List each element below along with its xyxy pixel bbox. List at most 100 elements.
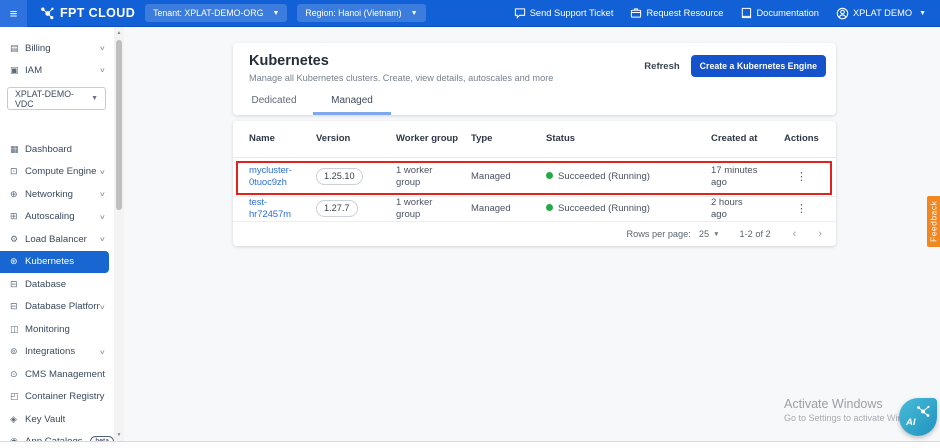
container-registry-icon: ◰ [10, 391, 25, 402]
sidebar-item-label: Monitoring [25, 324, 114, 335]
version-badge: 1.25.10 [316, 168, 363, 186]
sidebar-item-compute-engine[interactable]: ⊡Compute Engine∨ [0, 161, 114, 184]
chevron-down-icon: ∨ [99, 213, 106, 221]
dashboard-icon: ▦ [10, 144, 25, 155]
key-vault-icon: ◈ [10, 414, 25, 425]
sidebar-nav: ▦Dashboard⊡Compute Engine∨⊕Networking∨⊞A… [0, 138, 114, 448]
kubernetes-icon: ⊛ [10, 256, 25, 267]
sidebar-item-autoscaling[interactable]: ⊞Autoscaling∨ [0, 206, 114, 229]
fpt-cloud-logo[interactable]: FPT CLOUD [40, 6, 135, 21]
menu-button[interactable]: ≡ [0, 0, 27, 27]
status-badge: Succeeded (Running) [558, 171, 650, 182]
sidebar-scrollbar[interactable]: ▲ ▼ [114, 27, 124, 448]
nav-link-label: XPLAT DEMO [853, 8, 912, 18]
page: ≡ FPT CLOUD Tenant: XPLAT-DEMO-ORG ▼ Reg… [0, 0, 940, 448]
logo-text: FPT CLOUD [60, 6, 135, 20]
create-kubernetes-engine-button[interactable]: Create a Kubernetes Engine [691, 55, 826, 77]
tab-dedicated[interactable]: Dedicated [235, 88, 313, 115]
sidebar-item-iam[interactable]: ▣IAM∨ [0, 59, 114, 81]
column-header-name: Name [233, 121, 308, 157]
row-actions-menu-button[interactable]: ⋮ [784, 202, 807, 215]
chevron-down-icon: ▼ [91, 95, 98, 102]
nav-link-label: Request Resource [646, 8, 723, 18]
rows-per-page-select[interactable]: 25 ▼ [699, 229, 720, 239]
autoscaling-icon: ⊞ [10, 211, 25, 222]
pagination: Rows per page: 25 ▼ 1-2 of 2 ‹ › [233, 222, 836, 247]
cluster-name-link[interactable]: test-hr72457m [249, 197, 291, 220]
type-cell: Managed [463, 196, 538, 221]
clusters-table-card: NameVersionWorker groupTypeStatusCreated… [233, 121, 836, 246]
kubernetes-header-card: Kubernetes Manage all Kubernetes cluster… [233, 43, 836, 115]
column-header-type: Type [463, 121, 538, 157]
sidebar-item-monitoring[interactable]: ◫Monitoring [0, 318, 114, 341]
networking-icon: ⊕ [10, 189, 25, 200]
cms-management-icon: ⊙ [10, 369, 25, 380]
cluster-name-link[interactable]: mycluster-0tuoc9zh [249, 165, 292, 188]
request-resource-icon [630, 7, 642, 19]
worker-group-cell: 1 worker group [388, 157, 463, 196]
sidebar-item-billing[interactable]: ▤Billing∨ [0, 37, 114, 59]
database-icon: ⊟ [10, 279, 25, 290]
sidebar-item-key-vault[interactable]: ◈Key Vault [0, 408, 114, 431]
created-at-cell: 2 hours ago [703, 196, 776, 221]
column-header-actions: Actions [776, 121, 836, 157]
status-badge: Succeeded (Running) [558, 203, 650, 214]
sidebar-item-cms-management[interactable]: ⊙CMS Management [0, 363, 114, 386]
region-selector[interactable]: Region: Hanoi (Vietnam) ▼ [297, 4, 425, 22]
column-header-worker-group: Worker group [388, 121, 463, 157]
tenant-selector[interactable]: Tenant: XPLAT-DEMO-ORG ▼ [145, 4, 287, 22]
chevron-down-icon: ∨ [99, 348, 106, 356]
billing-icon: ▤ [10, 43, 25, 54]
table-row: test-hr72457m1.27.71 worker groupManaged… [233, 196, 836, 221]
monitoring-icon: ◫ [10, 324, 25, 335]
nav-link-xplat-demo[interactable]: XPLAT DEMO▼ [836, 7, 926, 20]
sidebar-item-label: Load Balancer [25, 234, 100, 245]
ai-molecule-icon [916, 404, 932, 418]
page-subtitle: Manage all Kubernetes clusters. Create, … [249, 73, 553, 83]
column-header-status: Status [538, 121, 703, 157]
next-page-button[interactable]: › [818, 228, 822, 240]
scrollbar-thumb[interactable] [116, 40, 122, 210]
vdc-selector[interactable]: XPLAT-DEMO-VDC ▼ [7, 87, 106, 110]
sidebar-item-integrations[interactable]: ⊚Integrations∨ [0, 341, 114, 364]
sidebar-item-networking[interactable]: ⊕Networking∨ [0, 183, 114, 206]
sidebar-item-label: Compute Engine [25, 166, 100, 177]
compute-engine-icon: ⊡ [10, 166, 25, 177]
scroll-up-icon[interactable]: ▲ [114, 30, 124, 36]
chevron-down-icon: ∨ [99, 44, 106, 52]
ai-assistant-button[interactable]: AI [899, 398, 937, 436]
tab-bar: DedicatedManaged [235, 88, 391, 115]
previous-page-button[interactable]: ‹ [793, 228, 797, 240]
sidebar-item-label: Integrations [25, 346, 100, 357]
sidebar-item-label: Networking [25, 189, 100, 200]
sidebar-item-dashboard[interactable]: ▦Dashboard [0, 138, 114, 161]
scroll-down-icon[interactable]: ▼ [114, 432, 124, 438]
sidebar-item-database-platform[interactable]: ⊟Database Platform∨ [0, 296, 114, 319]
sidebar-item-container-registry[interactable]: ◰Container Registry [0, 386, 114, 409]
nav-link-send-support-ticket[interactable]: Send Support Ticket [514, 7, 614, 19]
pagination-range: 1-2 of 2 [740, 229, 771, 239]
status-dot-icon [546, 172, 553, 179]
sidebar-item-database[interactable]: ⊟Database [0, 273, 114, 296]
sidebar-item-kubernetes[interactable]: ⊛Kubernetes [0, 251, 109, 274]
sidebar-item-label: Key Vault [25, 414, 114, 425]
sidebar-item-load-balancer[interactable]: ⚙Load Balancer∨ [0, 228, 114, 251]
feedback-button[interactable]: Feedback [927, 196, 940, 247]
column-header-version: Version [308, 121, 388, 157]
nav-link-documentation[interactable]: Documentation [740, 7, 819, 19]
nav-link-request-resource[interactable]: Request Resource [630, 7, 723, 19]
tab-managed[interactable]: Managed [313, 88, 391, 115]
sidebar-item-label: Dashboard [25, 144, 114, 155]
chevron-down-icon: ∨ [99, 190, 106, 198]
book-icon [740, 7, 752, 19]
nav-link-label: Documentation [756, 8, 819, 18]
chevron-down-icon: ∨ [99, 235, 106, 243]
ai-label: AI [906, 417, 916, 428]
rows-per-page-label: Rows per page: [626, 229, 690, 239]
account-icon [836, 7, 849, 20]
row-actions-menu-button[interactable]: ⋮ [784, 170, 807, 183]
worker-group-cell: 1 worker group [388, 196, 463, 221]
refresh-button[interactable]: Refresh [644, 55, 679, 78]
type-cell: Managed [463, 157, 538, 196]
top-navbar: ≡ FPT CLOUD Tenant: XPLAT-DEMO-ORG ▼ Reg… [0, 0, 940, 27]
